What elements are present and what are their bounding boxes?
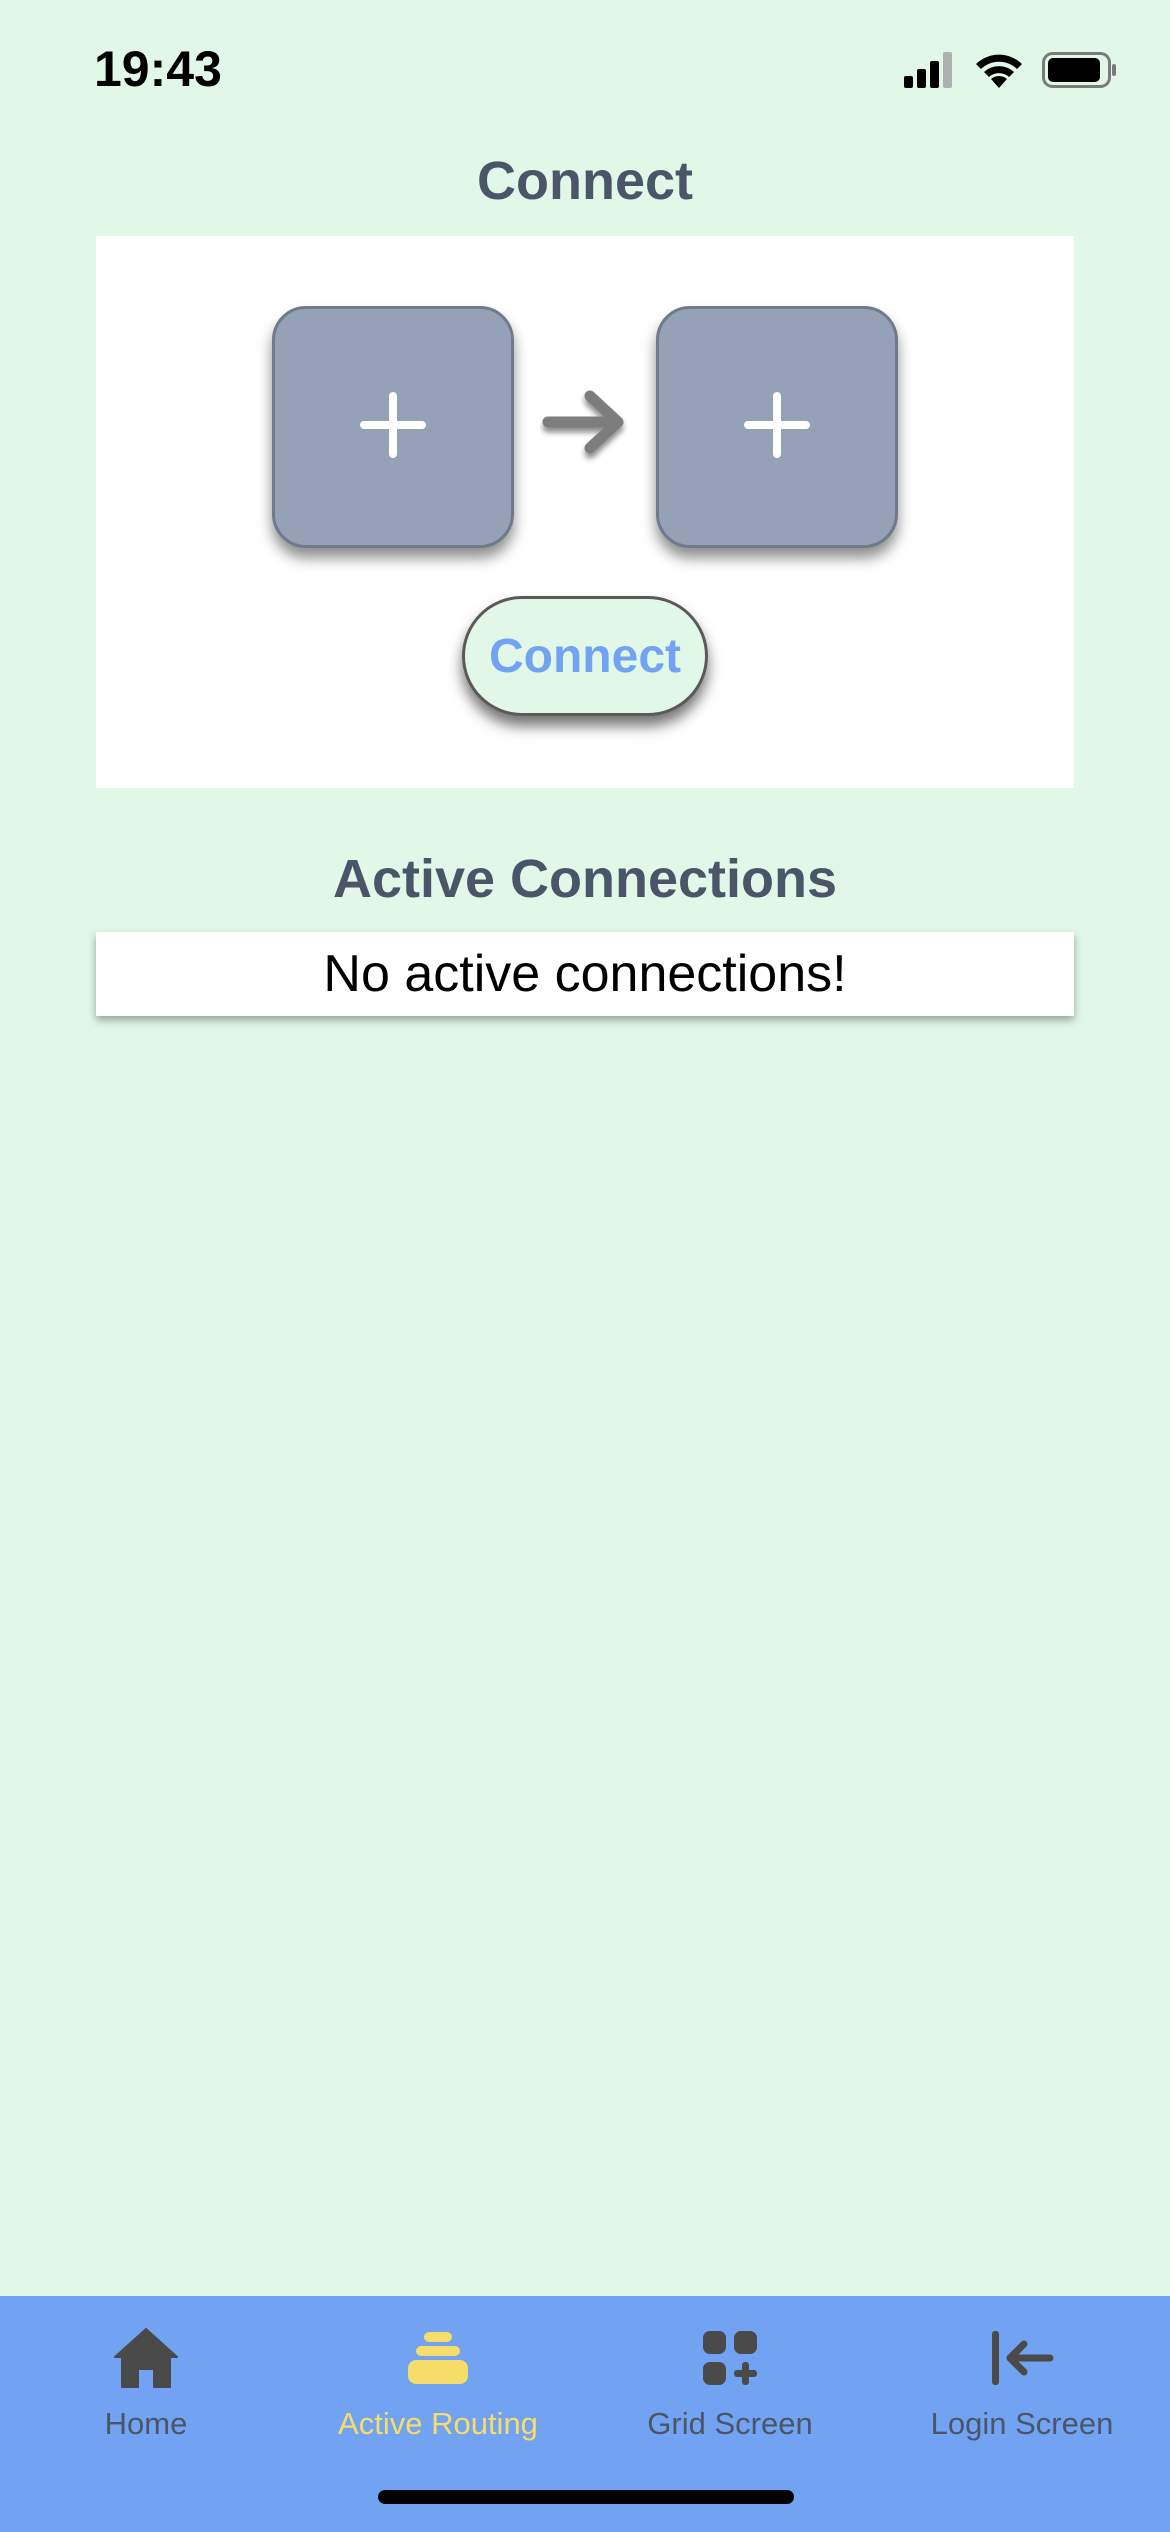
tab-home-label: Home <box>104 2406 188 2441</box>
target-slot-button[interactable] <box>656 306 898 548</box>
battery-icon <box>1042 52 1118 93</box>
tab-grid-screen-label: Grid Screen <box>647 2406 813 2441</box>
status-time: 19:43 <box>94 41 222 97</box>
tab-home[interactable]: Home <box>0 2296 292 2496</box>
status-icons <box>904 52 1118 93</box>
cellular-signal-icon <box>904 52 956 93</box>
tab-active-routing-label: Active Routing <box>338 2406 538 2441</box>
tab-active-routing[interactable]: Active Routing <box>292 2296 584 2496</box>
arrow-right-icon <box>540 386 630 466</box>
home-indicator <box>378 2490 794 2504</box>
stack-icon <box>398 2318 478 2398</box>
connect-button-label: Connect <box>489 629 681 683</box>
empty-connections-message: No active connections! <box>96 932 1074 1016</box>
tab-login-screen-label: Login Screen <box>930 2406 1114 2441</box>
plus-icon <box>742 390 812 465</box>
connect-button[interactable]: Connect <box>462 596 708 716</box>
grid-add-icon <box>690 2318 770 2398</box>
tab-login-screen[interactable]: Login Screen <box>876 2296 1168 2496</box>
empty-connections-text: No active connections! <box>323 945 847 1003</box>
active-connections-title: Active Connections <box>332 849 838 909</box>
home-icon <box>106 2318 186 2398</box>
wifi-icon <box>974 52 1024 93</box>
connect-title: Connect <box>477 151 693 211</box>
source-slot-button[interactable] <box>272 306 514 548</box>
arrow-left-to-line-icon <box>982 2318 1062 2398</box>
connect-card: Connect <box>96 236 1074 788</box>
plus-icon <box>358 390 428 465</box>
status-bar: 19:43 <box>0 0 1170 150</box>
tab-grid-screen[interactable]: Grid Screen <box>584 2296 876 2496</box>
